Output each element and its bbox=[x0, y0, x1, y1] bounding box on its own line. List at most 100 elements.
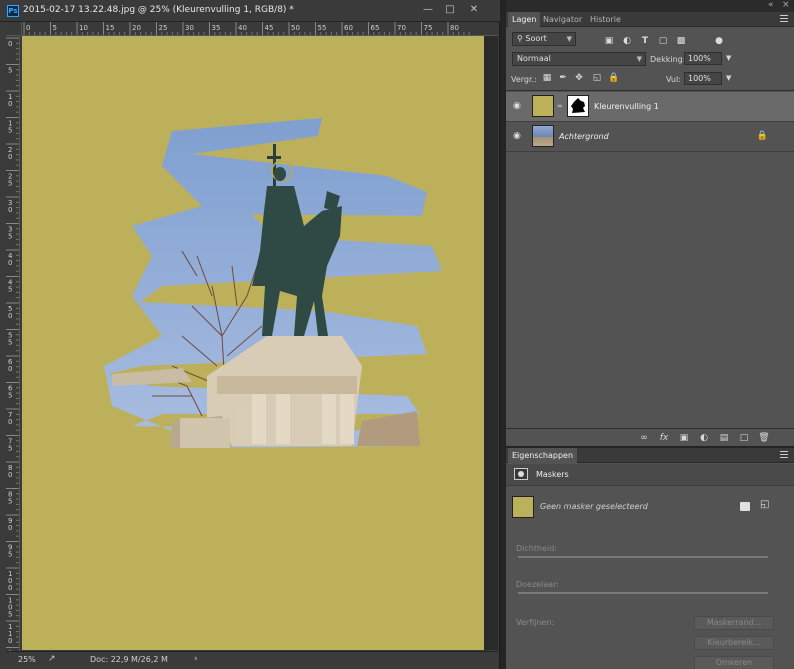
feather-slider[interactable] bbox=[518, 592, 768, 594]
ruler-label: 30 bbox=[185, 24, 194, 32]
status-menu-arrow[interactable]: › bbox=[194, 654, 198, 664]
layer-row-background[interactable]: ◉ Achtergrond 🔒 bbox=[506, 122, 794, 152]
status-bar: 25% ↗ Doc: 22,9 M/26,2 M › bbox=[6, 651, 498, 667]
ruler-label: 55 bbox=[318, 24, 327, 32]
tab-navigator[interactable]: Navigator bbox=[539, 12, 586, 27]
close-icon[interactable]: ✕ bbox=[466, 3, 482, 17]
lock-label: Vergr.: bbox=[511, 75, 537, 84]
fill-arrow-icon[interactable]: ▼ bbox=[726, 74, 731, 82]
eye-icon[interactable]: ◉ bbox=[513, 132, 523, 141]
chain-icon[interactable]: ∞ bbox=[557, 102, 563, 110]
opacity-arrow-icon[interactable]: ▼ bbox=[726, 54, 731, 62]
ruler-label: 5 bbox=[8, 445, 12, 453]
new-layer-icon[interactable]: □ bbox=[738, 432, 750, 444]
lock-image-icon[interactable]: ✒ bbox=[558, 73, 568, 83]
ruler-left[interactable]: 0510152025303540455055606570758085909510… bbox=[6, 36, 20, 652]
ruler-label: 50 bbox=[291, 24, 300, 32]
ruler-label: 0 bbox=[8, 100, 12, 108]
shape-filter-icon[interactable]: ▢ bbox=[658, 36, 668, 46]
layer-filter-dropdown[interactable]: ⚲ Soort ▼ bbox=[512, 32, 576, 46]
adjustment-filter-icon[interactable]: ◐ bbox=[622, 36, 632, 46]
ruler-label: 15 bbox=[106, 24, 115, 32]
eye-icon[interactable]: ◉ bbox=[513, 102, 523, 111]
layer-name[interactable]: Achtergrond bbox=[559, 132, 609, 141]
export-icon[interactable]: ↗ bbox=[48, 654, 58, 664]
ruler-label: 25 bbox=[159, 24, 168, 32]
fill-layer-thumbnail[interactable] bbox=[532, 95, 554, 117]
lock-icon: 🔒 bbox=[756, 131, 768, 141]
opacity-value: 100% bbox=[688, 54, 711, 63]
mask-status: Geen masker geselecteerd bbox=[540, 502, 648, 511]
opacity-label: Dekking: bbox=[650, 55, 686, 64]
ruler-label: 0 bbox=[26, 24, 30, 32]
pixel-filter-icon[interactable]: ▣ bbox=[604, 36, 614, 46]
ruler-top[interactable]: 0 5 10 15 20 25 30 35 40 45 50 55 60 65 70 75 80 bbox=[22, 22, 498, 36]
ruler-label: 0 bbox=[8, 524, 12, 532]
opacity-input[interactable]: 100% bbox=[684, 52, 722, 65]
properties-tabs: Eigenschappen bbox=[506, 448, 794, 463]
mask-edge-button[interactable]: Maskerrand... bbox=[694, 616, 774, 630]
add-vector-mask-icon[interactable]: ◱ bbox=[760, 499, 769, 510]
ruler-label: 5 bbox=[8, 611, 12, 619]
layer-row-fill[interactable]: ◉ ∞ Kleurenvulling 1 bbox=[506, 92, 794, 122]
zoom-level[interactable]: 25% bbox=[18, 655, 36, 664]
adjustment-icon[interactable]: ◐ bbox=[698, 432, 710, 444]
invert-button[interactable]: Omkeren bbox=[694, 656, 774, 669]
document-titlebar[interactable]: Ps 2015-02-17 13.22.48.jpg @ 25% (Kleure… bbox=[0, 0, 500, 22]
refine-label: Verfijnen: bbox=[516, 618, 555, 627]
lock-artboard-icon[interactable]: ◱ bbox=[592, 73, 602, 83]
layer-name[interactable]: Kleurenvulling 1 bbox=[594, 102, 659, 111]
lock-transparent-icon[interactable]: ▦ bbox=[542, 73, 552, 83]
collapse-panels-icon[interactable]: « bbox=[768, 0, 774, 10]
trash-icon[interactable]: 🗑 bbox=[758, 432, 770, 444]
ruler-label: 10 bbox=[79, 24, 88, 32]
tab-history[interactable]: Historie bbox=[586, 12, 625, 27]
type-filter-icon[interactable]: T bbox=[640, 36, 650, 46]
ruler-label: 0 bbox=[8, 259, 12, 267]
panel-menu-icon[interactable] bbox=[780, 15, 788, 22]
filter-label: Soort bbox=[525, 34, 547, 43]
tab-layers[interactable]: Lagen bbox=[508, 12, 541, 27]
lock-position-icon[interactable]: ✥ bbox=[574, 73, 584, 83]
chevron-down-icon: ▼ bbox=[636, 55, 642, 63]
blend-mode-dropdown[interactable]: Normaal ▼ bbox=[512, 52, 646, 66]
lock-all-icon[interactable]: 🔒 bbox=[608, 73, 619, 83]
fx-icon[interactable]: fx bbox=[658, 432, 670, 444]
ruler-label: 5 bbox=[8, 551, 12, 559]
vertical-scrollbar[interactable] bbox=[484, 36, 498, 650]
close-panels-icon[interactable]: × bbox=[782, 0, 790, 10]
ruler-label: 5 bbox=[8, 233, 12, 241]
mask-thumbnail[interactable] bbox=[567, 95, 589, 117]
layers-tabs: Lagen Navigator Historie bbox=[506, 12, 794, 27]
doc-size-info[interactable]: Doc: 22,9 M/26,2 M bbox=[90, 655, 168, 664]
document-canvas[interactable] bbox=[22, 36, 484, 650]
folder-icon[interactable]: ▤ bbox=[718, 432, 730, 444]
maximize-icon[interactable]: □ bbox=[442, 3, 458, 17]
properties-panel: Eigenschappen Maskers Geen masker gesele… bbox=[506, 446, 794, 669]
layers-panel: « × Lagen Navigator Historie ⚲ Soort ▼ ▣… bbox=[506, 0, 794, 446]
photoshop-logo-icon: Ps bbox=[7, 5, 19, 17]
density-slider[interactable] bbox=[518, 556, 768, 558]
ruler-label: 5 bbox=[8, 286, 12, 294]
link-icon[interactable]: ∞ bbox=[638, 432, 650, 444]
background-layer-thumbnail[interactable] bbox=[532, 125, 554, 147]
panel-dock-strip: « × bbox=[506, 0, 794, 12]
layer-list: ◉ ∞ Kleurenvulling 1 ◉ Achtergrond 🔒 bbox=[506, 90, 794, 426]
ruler-label: 65 bbox=[371, 24, 380, 32]
mask-icon[interactable]: ▣ bbox=[678, 432, 690, 444]
tab-properties[interactable]: Eigenschappen bbox=[508, 448, 578, 463]
ruler-label: 40 bbox=[238, 24, 247, 32]
filter-toggle-icon[interactable]: ● bbox=[714, 36, 724, 46]
ruler-label: 5 bbox=[53, 24, 57, 32]
ruler-label: 5 bbox=[8, 498, 12, 506]
minimize-icon[interactable]: — bbox=[420, 3, 436, 17]
ruler-label: 0 bbox=[8, 153, 12, 161]
ruler-label: 20 bbox=[132, 24, 141, 32]
add-pixel-mask-icon[interactable] bbox=[740, 502, 750, 511]
smart-object-filter-icon[interactable]: ▩ bbox=[676, 36, 686, 46]
panel-menu-icon[interactable] bbox=[780, 451, 788, 458]
fill-input[interactable]: 100% bbox=[684, 72, 722, 85]
ruler-label: 5 bbox=[8, 392, 12, 400]
color-range-button[interactable]: Kleurbereik... bbox=[694, 636, 774, 650]
layers-toolbar: ∞ fx ▣ ◐ ▤ □ 🗑 bbox=[506, 428, 794, 446]
